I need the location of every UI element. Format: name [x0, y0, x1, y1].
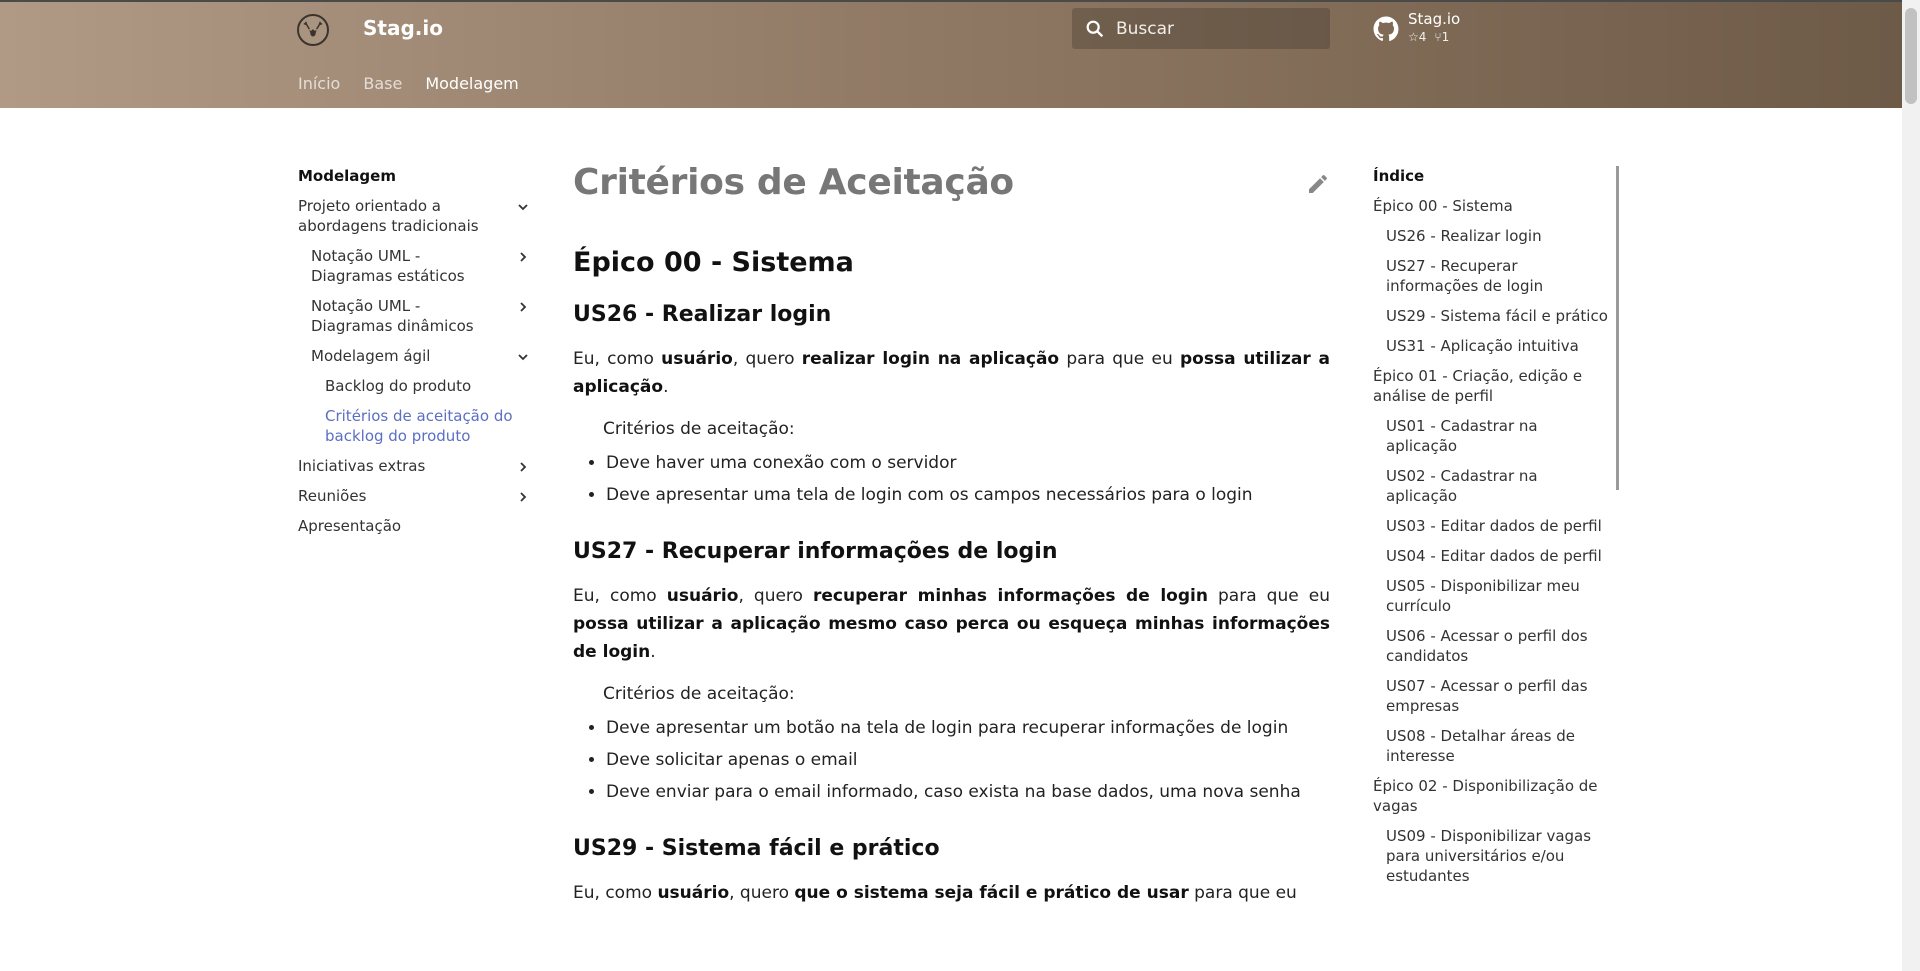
sidebar-item-label: Reuniões: [298, 487, 367, 505]
sidebar-item-projeto-tradicional[interactable]: Projeto orientado a abordagens tradicion…: [298, 196, 530, 236]
star-icon: ☆: [1408, 30, 1419, 44]
chevron-right-icon[interactable]: [516, 460, 530, 474]
sidebar-item-uml-estaticos[interactable]: Notação UML - Diagramas estáticos: [298, 246, 530, 286]
us26-heading: US26 - Realizar login: [573, 302, 832, 327]
sidebar-item-label: Backlog do produto: [325, 377, 472, 395]
us29-heading: US29 - Sistema fácil e prático: [573, 836, 940, 861]
toc-item-us05[interactable]: US05 - Disponibilizar meu currículo: [1373, 576, 1611, 616]
chevron-down-icon[interactable]: [516, 350, 530, 364]
criteria-label: Critérios de aceitação:: [603, 684, 795, 704]
sidebar-title: Modelagem: [298, 167, 396, 185]
top-header: Stag.io Stag.io ☆4 ⑂1 Início Base Modela…: [0, 0, 1902, 108]
sidebar-item-label: Apresentação: [298, 517, 402, 535]
epic-heading: Épico 00 - Sistema: [573, 247, 854, 278]
stars-count: ☆4: [1408, 30, 1427, 44]
toc-item-us04[interactable]: US04 - Editar dados de perfil: [1373, 546, 1611, 566]
tab-modelagem[interactable]: Modelagem: [425, 74, 518, 93]
forks-count: ⑂1: [1434, 30, 1450, 44]
table-of-contents: Índice Épico 00 - Sistema US26 - Realiza…: [1373, 166, 1611, 896]
repo-name: Stag.io: [1408, 10, 1461, 28]
chevron-right-icon[interactable]: [516, 300, 530, 314]
main-content: Critérios de Aceitação Épico 00 - Sistem…: [573, 162, 1330, 907]
tab-base[interactable]: Base: [363, 74, 402, 93]
criteria-label: Critérios de aceitação:: [603, 419, 795, 439]
list-item: Deve apresentar uma tela de login com os…: [606, 485, 1330, 505]
toc-item-us03[interactable]: US03 - Editar dados de perfil: [1373, 516, 1611, 536]
edit-icon[interactable]: [1306, 172, 1330, 196]
chevron-right-icon[interactable]: [516, 490, 530, 504]
toc-item-us08[interactable]: US08 - Detalhar áreas de interesse: [1373, 726, 1611, 766]
fork-icon: ⑂: [1434, 30, 1442, 44]
us27-story: Eu, como usuário, quero recuperar minhas…: [573, 586, 1330, 662]
sidebar-item-label: Notação UML - Diagramas estáticos: [311, 247, 465, 285]
toc-item-us01[interactable]: US01 - Cadastrar na aplicação: [1373, 416, 1611, 456]
list-item: Deve enviar para o email informado, caso…: [606, 782, 1330, 802]
sidebar-item-label: Modelagem ágil: [311, 347, 431, 365]
sidebar-item-uml-dinamicos[interactable]: Notação UML - Diagramas dinâmicos: [298, 296, 530, 336]
us27-heading: US27 - Recuperar informações de login: [573, 539, 1058, 564]
toc-item-us26[interactable]: US26 - Realizar login: [1373, 226, 1611, 246]
list-item: Deve haver uma conexão com o servidor: [606, 453, 1330, 473]
stag-icon: [303, 21, 323, 37]
list-item: Deve solicitar apenas o email: [606, 750, 1330, 770]
repo-link[interactable]: Stag.io ☆4 ⑂1: [1373, 10, 1460, 46]
toc-scrollbar[interactable]: [1616, 166, 1619, 490]
sidebar-item-backlog[interactable]: Backlog do produto: [298, 376, 530, 396]
toc-title: Índice: [1373, 167, 1425, 185]
search-input[interactable]: [1116, 18, 1316, 39]
toc-item-us06[interactable]: US06 - Acessar o perfil dos candidatos: [1373, 626, 1611, 666]
page-scrollbar-thumb[interactable]: [1905, 8, 1917, 104]
sidebar-item-label: Projeto orientado a abordagens tradicion…: [298, 197, 479, 235]
page-title: Critérios de Aceitação: [573, 162, 1014, 203]
search-icon: [1086, 20, 1104, 37]
page-scrollbar[interactable]: [1902, 0, 1920, 971]
toc-item-epico-01[interactable]: Épico 01 - Criação, edição e análise de …: [1373, 366, 1611, 406]
chevron-down-icon[interactable]: [516, 200, 530, 214]
toc-item-us02[interactable]: US02 - Cadastrar na aplicação: [1373, 466, 1611, 506]
toc-item-us27[interactable]: US27 - Recuperar informações de login: [1373, 256, 1611, 296]
search-box[interactable]: [1072, 8, 1330, 49]
sidebar-item-criterios[interactable]: Critérios de aceitação do backlog do pro…: [298, 406, 530, 446]
us26-story: Eu, como usuário, quero realizar login n…: [573, 349, 1331, 397]
sidebar-item-label: Critérios de aceitação do backlog do pro…: [325, 407, 513, 445]
toc-item-us07[interactable]: US07 - Acessar o perfil das empresas: [1373, 676, 1611, 716]
toc-item-epico-00[interactable]: Épico 00 - Sistema: [1373, 196, 1611, 216]
sidebar-item-apresentacao[interactable]: Apresentação: [298, 516, 530, 536]
toc-item-us09[interactable]: US09 - Disponibilizar vagas para univers…: [1373, 826, 1611, 886]
chevron-right-icon[interactable]: [516, 250, 530, 264]
sidebar-item-label: Notação UML - Diagramas dinâmicos: [311, 297, 474, 335]
us29-story: Eu, como usuário, quero que o sistema se…: [573, 883, 1297, 903]
toc-item-us29[interactable]: US29 - Sistema fácil e prático: [1373, 306, 1611, 326]
us26-criteria-list: Deve haver uma conexão com o servidor De…: [573, 453, 1330, 505]
sidebar-item-iniciativas[interactable]: Iniciativas extras: [298, 456, 530, 476]
sidebar-item-modelagem-agil[interactable]: Modelagem ágil: [298, 346, 530, 366]
toc-item-epico-02[interactable]: Épico 02 - Disponibilização de vagas: [1373, 776, 1611, 816]
site-title[interactable]: Stag.io: [363, 16, 443, 40]
list-item: Deve apresentar um botão na tela de logi…: [606, 718, 1330, 738]
toc-item-us31[interactable]: US31 - Aplicação intuitiva: [1373, 336, 1611, 356]
sidebar-item-reunioes[interactable]: Reuniões: [298, 486, 530, 506]
sidebar-nav: Modelagem Projeto orientado a abordagens…: [298, 166, 530, 546]
us27-criteria-list: Deve apresentar um botão na tela de logi…: [573, 718, 1330, 802]
sidebar-item-label: Iniciativas extras: [298, 457, 426, 475]
nav-tabs: Início Base Modelagem: [298, 74, 542, 93]
tab-inicio[interactable]: Início: [298, 74, 340, 93]
site-logo[interactable]: [297, 14, 329, 46]
github-icon: [1373, 16, 1399, 41]
